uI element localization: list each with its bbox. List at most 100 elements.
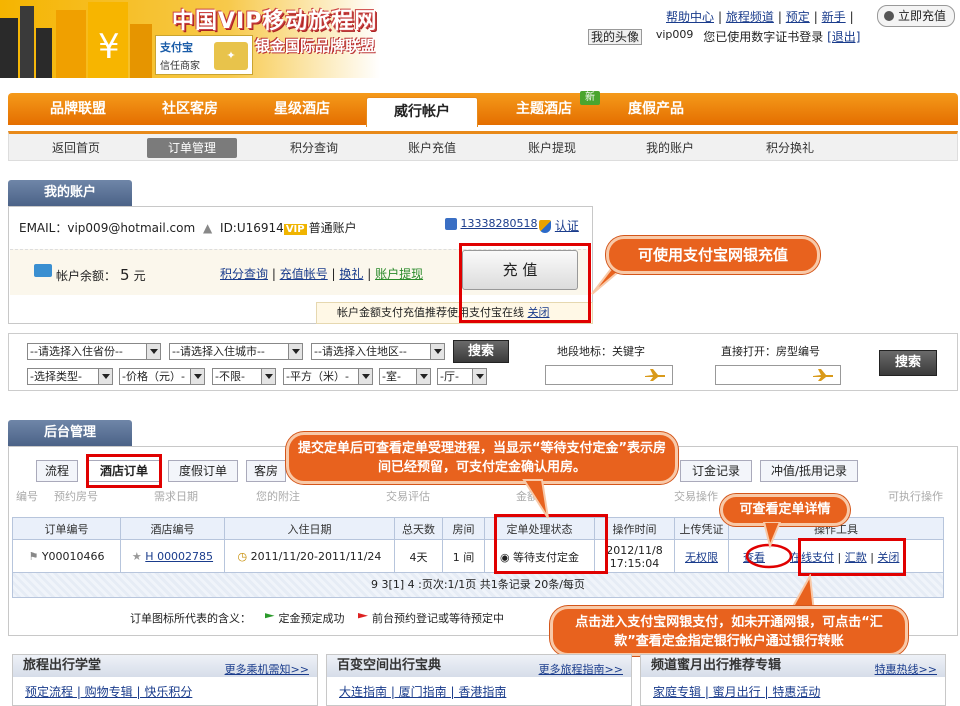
time-clock: 17:15:04 [609, 556, 660, 570]
account-tab[interactable]: 我的账户 [8, 180, 132, 206]
nav-brand-alliance[interactable]: 品牌联盟 [22, 93, 134, 125]
hotel-no-link[interactable]: H 00002785 [145, 550, 213, 563]
star-icon: ★ [131, 550, 142, 563]
subnav-withdraw[interactable]: 账户提现 [507, 138, 597, 158]
tab-deposit-records[interactable]: 订金记录 [680, 460, 752, 482]
room-select[interactable]: -室- [379, 368, 431, 385]
panel-links[interactable]: 预定流程 | 购物专辑 | 快乐积分 [25, 683, 192, 700]
district-select[interactable]: --请选择入住地区-- [311, 343, 445, 360]
limit-select[interactable]: -不限- [212, 368, 276, 385]
account-type: 普通账户 [308, 221, 357, 235]
newbie-link[interactable]: 新手 [822, 10, 846, 24]
province-value: --请选择入住省份-- [30, 345, 123, 358]
hall-select[interactable]: -厅- [437, 368, 487, 385]
tab-vacation-orders[interactable]: 度假订单 [168, 460, 238, 482]
room-code-input[interactable] [715, 365, 841, 385]
type-value: -选择类型- [30, 370, 82, 383]
auth-info: 认证 [539, 217, 579, 234]
price-value: -价格（元）- [122, 370, 185, 383]
panel-links[interactable]: 大连指南 | 厦门指南 | 香港指南 [339, 683, 506, 700]
panel-title: 旅程出行学堂 更多乘机需知>> [13, 655, 317, 677]
balance-unit: 元 [133, 269, 146, 283]
shield-icon [539, 220, 551, 233]
city-select[interactable]: --请选择入住城市-- [169, 343, 303, 360]
panel-title: 百变空间出行宝典 更多旅程指南>> [327, 655, 631, 677]
type-select[interactable]: -选择类型- [27, 368, 113, 385]
chevron-down-icon [358, 369, 372, 384]
province-select[interactable]: --请选择入住省份-- [27, 343, 161, 360]
highlight-hotel-orders [86, 454, 162, 488]
email-text: EMAIL：vip009@hotmail.com [19, 221, 196, 235]
phone-icon [445, 218, 457, 230]
tab-process[interactable]: 流程 [36, 460, 78, 482]
subnav-points[interactable]: 积分查询 [269, 138, 359, 158]
vip-badge: VIP [283, 224, 307, 235]
card-icon [34, 264, 52, 277]
gift-link[interactable]: 换礼 [339, 267, 363, 281]
tab-recharge-records[interactable]: 冲值/抵用记录 [760, 460, 858, 482]
subnav-orders[interactable]: 订单管理 [147, 138, 237, 158]
area-select[interactable]: -平方（米）- [283, 368, 373, 385]
order-no-cell: ⚑ Y00010466 [12, 539, 121, 574]
plane-icon [813, 369, 833, 381]
landmark-input[interactable] [545, 365, 673, 385]
hint-trade: 交易操作 [674, 490, 718, 503]
callout-pointer [762, 522, 782, 548]
help-link[interactable]: 帮助中心 [666, 10, 714, 24]
more-link[interactable]: 更多乘机需知>> [225, 659, 309, 681]
search-button-2[interactable]: 搜索 [879, 350, 937, 376]
dates-cell: ◷ 2011/11/20-2011/11/24 [224, 539, 395, 574]
days: 4天 [394, 539, 443, 574]
legend-item-success: 定金预定成功 [278, 612, 345, 625]
col-days: 总天数 [394, 517, 443, 540]
auth-link[interactable]: 认证 [555, 219, 579, 233]
recharge-account-link[interactable]: 充值帐号 [280, 267, 328, 281]
chevron-down-icon [146, 344, 160, 359]
hint-room: 预约房号 [54, 490, 98, 503]
points-query-link[interactable]: 积分查询 [220, 267, 268, 281]
more-link[interactable]: 更多旅程指南>> [539, 659, 623, 681]
subnav-gifts[interactable]: 积分换礼 [745, 138, 835, 158]
legend-label: 订单图标所代表的含义： [130, 612, 251, 625]
nav-vacation[interactable]: 度假产品 [600, 93, 712, 125]
phone-link[interactable]: 13338280518 [461, 217, 538, 230]
balance: 帐户余额： 5 元 [56, 266, 146, 284]
svg-text:¥: ¥ [98, 27, 120, 67]
subnav-recharge[interactable]: 账户充值 [387, 138, 477, 158]
nav-community-rooms[interactable]: 社区客房 [134, 93, 246, 125]
alipay-name: 支付宝 [160, 41, 193, 54]
callout-order-process: 提交定单后可查看定单受理进程，当显示“等待支付定金”表示房间已经预留，可支付定金… [286, 432, 678, 484]
cert-text: 您已使用数字证书登录 [703, 30, 824, 44]
more-link[interactable]: 特惠热线>> [875, 659, 937, 681]
hint-no: 编号 [16, 490, 38, 503]
withdraw-link[interactable]: 账户提现 [375, 267, 423, 281]
alipay-badge: 支付宝 信任商家 ✦ [155, 35, 253, 75]
upload-link[interactable]: 无权限 [685, 551, 718, 564]
nav-star-hotels[interactable]: 星级酒店 [246, 93, 358, 125]
booking-link[interactable]: 预定 [786, 10, 810, 24]
charge-now-button[interactable]: 立即充值 [877, 5, 955, 27]
logout-link[interactable]: [退出] [827, 30, 860, 44]
chevron-down-icon [472, 369, 486, 384]
rooms: 1 间 [442, 539, 485, 574]
balance-links: 积分查询 | 充值帐号 | 换礼 | 账户提现 [220, 267, 424, 281]
top-links: 帮助中心 | 旅程频道 | 预定 | 新手 | [666, 10, 854, 24]
room-value: -室- [382, 370, 401, 383]
charge-now-label: 立即充值 [898, 9, 947, 23]
chevron-down-icon [261, 369, 275, 384]
panel-links[interactable]: 家庭专辑 | 蜜月出行 | 特惠活动 [653, 683, 820, 700]
nav-account[interactable]: 威行帐户 [366, 97, 478, 127]
backend-tab[interactable]: 后台管理 [8, 420, 132, 446]
price-select[interactable]: -价格（元）- [119, 368, 205, 385]
tab-rooms[interactable]: 客房 [246, 460, 286, 482]
red-flag-icon [358, 613, 368, 619]
subnav-my-account[interactable]: 我的账户 [625, 138, 715, 158]
col-rooms: 房间 [442, 517, 485, 540]
search-button[interactable]: 搜索 [453, 340, 509, 363]
callout-recharge: 可使用支付宝网银充值 [606, 236, 820, 274]
dates: 2011/11/20-2011/11/24 [250, 550, 382, 563]
subnav-home[interactable]: 返回首页 [31, 138, 121, 158]
travel-channel-link[interactable]: 旅程频道 [726, 10, 774, 24]
limit-value: -不限- [215, 370, 245, 383]
avatar-button[interactable]: 我的头像 [588, 29, 643, 45]
